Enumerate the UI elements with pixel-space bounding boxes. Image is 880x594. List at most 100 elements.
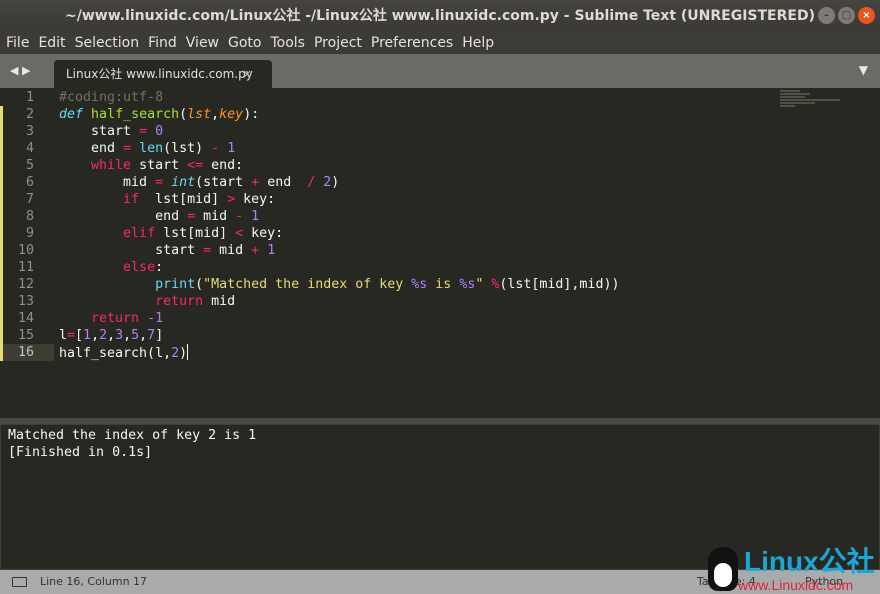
code-token: + <box>251 243 260 258</box>
code-token: 1 <box>251 209 260 224</box>
code-token: = <box>123 141 132 156</box>
menu-tools[interactable]: Tools <box>267 32 308 54</box>
code-token: [ <box>75 328 84 343</box>
minimap[interactable] <box>780 90 850 120</box>
code-token: key: <box>243 226 284 241</box>
file-tab[interactable]: Linux公社 www.linuxidc.com.py × <box>54 60 272 88</box>
code-line[interactable]: 9 elif lst[mid] < key: <box>0 225 880 242</box>
code-text: def half_search(lst,key): <box>59 106 259 123</box>
penguin-icon <box>708 547 738 591</box>
code-line[interactable]: 11 else: <box>0 259 880 276</box>
close-button[interactable]: × <box>858 7 875 24</box>
code-token: key: <box>235 192 276 207</box>
code-token: > <box>227 192 236 207</box>
menu-edit[interactable]: Edit <box>35 32 68 54</box>
tab-label: Linux公社 www.linuxidc.com.py <box>66 67 253 81</box>
code-token: def <box>59 107 84 122</box>
menu-file[interactable]: File <box>3 32 32 54</box>
menu-goto[interactable]: Goto <box>225 32 264 54</box>
code-line[interactable]: 10 start = mid + 1 <box>0 242 880 259</box>
code-token: ] <box>155 328 164 343</box>
tab-close-icon[interactable]: × <box>242 60 252 88</box>
code-line[interactable]: 12 print("Matched the index of key %s is… <box>0 276 880 293</box>
code-line[interactable]: 15 l=[1,2,3,5,7] <box>0 327 880 344</box>
code-token: lst <box>187 107 212 122</box>
code-token: <= <box>187 158 204 173</box>
code-line[interactable]: 4 end = len(lst) - 1 <box>0 140 880 157</box>
code-text: print("Matched the index of key %s is %s… <box>59 276 619 293</box>
line-number: 6 <box>25 175 34 190</box>
code-line[interactable]: 13 return mid <box>0 293 880 310</box>
code-text: return -1 <box>59 310 163 327</box>
line-number: 2 <box>25 107 34 122</box>
line-number: 15 <box>17 328 34 343</box>
code-line[interactable]: 16 half_search(l,2) <box>0 344 880 361</box>
watermark-logo: Linux公社 www.Linuxidc.com <box>708 545 880 594</box>
code-token: = <box>187 209 196 224</box>
line-number: 13 <box>17 294 34 309</box>
code-token: 1 <box>227 141 236 156</box>
code-line[interactable]: 7 if lst[mid] > key: <box>0 191 880 208</box>
code-token: 0 <box>155 124 164 139</box>
menu-preferences[interactable]: Preferences <box>368 32 456 54</box>
code-token: - <box>235 209 244 224</box>
code-token: return <box>91 311 140 326</box>
code-text: else: <box>59 259 163 276</box>
maximize-button[interactable]: □ <box>838 7 855 24</box>
minimize-button[interactable]: – <box>818 7 835 24</box>
code-token: #coding:utf-8 <box>59 90 164 105</box>
code-line[interactable]: 2 def half_search(lst,key): <box>0 106 880 123</box>
code-line[interactable]: 6 mid = int(start + end / 2) <box>0 174 880 191</box>
code-token: while <box>91 158 132 173</box>
panel-toggle-icon[interactable] <box>12 577 27 587</box>
code-token: 2 <box>99 328 108 343</box>
code-line[interactable]: 5 while start <= end: <box>0 157 880 174</box>
code-token: = <box>139 124 148 139</box>
code-token: is <box>427 277 460 292</box>
menu-help[interactable]: Help <box>459 32 497 54</box>
code-token: 1 <box>83 328 92 343</box>
code-token: mid <box>211 243 252 258</box>
code-line[interactable]: 3 start = 0 <box>0 123 880 140</box>
tab-dropdown-icon[interactable]: ▼ <box>859 63 868 77</box>
code-line[interactable]: 14 return -1 <box>0 310 880 327</box>
code-line[interactable]: 8 end = mid - 1 <box>0 208 880 225</box>
tab-nav-arrows-icon[interactable]: ◀ ▶ <box>10 64 30 77</box>
code-token: ) <box>331 175 340 190</box>
code-editor[interactable]: 1 #coding:utf-8 2 def half_search(lst,key):… <box>0 88 880 418</box>
line-number: 7 <box>25 192 34 207</box>
code-token: end: <box>203 158 244 173</box>
code-token: print <box>155 277 196 292</box>
code-text: start = mid + 1 <box>59 242 275 259</box>
code-token: %s <box>459 277 476 292</box>
code-token: l <box>59 328 68 343</box>
code-token: + <box>251 175 260 190</box>
code-line[interactable]: 1 #coding:utf-8 <box>0 89 880 106</box>
line-number: 11 <box>17 260 34 275</box>
code-token: start <box>59 124 140 139</box>
code-text: if lst[mid] > key: <box>59 191 275 208</box>
line-number: 16 <box>17 345 34 360</box>
menu-find[interactable]: Find <box>145 32 180 54</box>
code-token: ) <box>179 346 188 361</box>
code-token: , <box>91 328 100 343</box>
code-token: = <box>155 175 164 190</box>
menu-view[interactable]: View <box>183 32 222 54</box>
menu-selection[interactable]: Selection <box>72 32 143 54</box>
line-number: 14 <box>17 311 34 326</box>
code-token: len <box>139 141 164 156</box>
code-token: mid <box>195 209 236 224</box>
code-text: end = len(lst) - 1 <box>59 140 235 157</box>
watermark-brand: Linux公社 <box>744 546 875 577</box>
code-token: end <box>59 141 124 156</box>
menu-project[interactable]: Project <box>311 32 365 54</box>
line-number: 8 <box>25 209 34 224</box>
code-text: start = 0 <box>59 123 163 140</box>
line-number: 10 <box>17 243 34 258</box>
